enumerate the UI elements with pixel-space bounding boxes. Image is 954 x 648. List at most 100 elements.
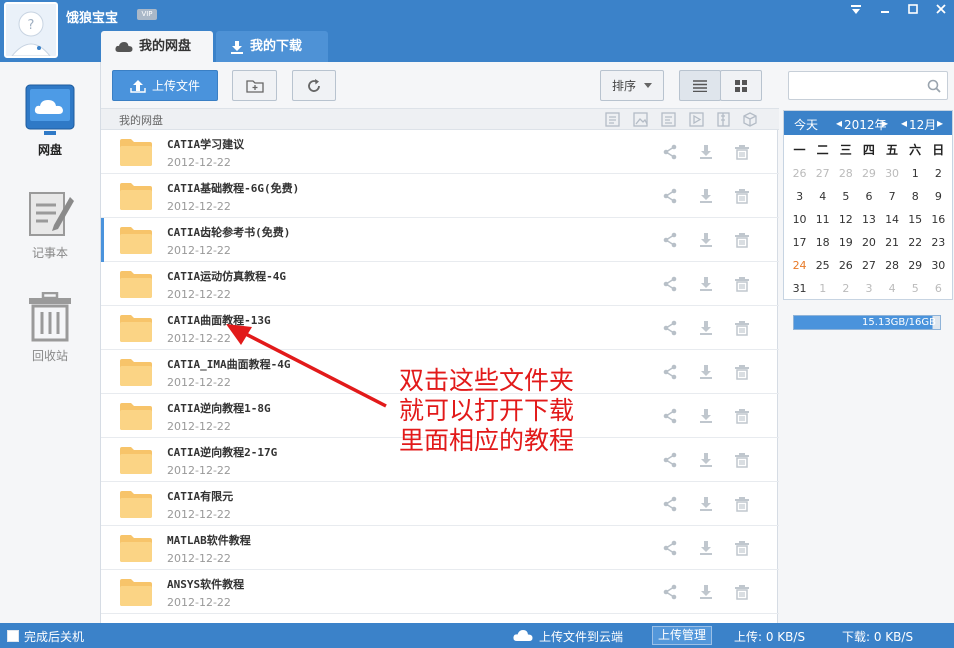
table-row[interactable]: MATLAB软件教程 2012-12-22 xyxy=(101,526,779,570)
calendar-day[interactable]: 30 xyxy=(881,162,904,185)
file-name[interactable]: MATLAB软件教程 xyxy=(167,532,251,548)
tab-my-netdisk[interactable]: 我的网盘 xyxy=(101,31,213,62)
calendar-day[interactable]: 15 xyxy=(904,208,927,231)
download-icon[interactable] xyxy=(698,364,714,380)
calendar-day[interactable]: 14 xyxy=(881,208,904,231)
table-row[interactable]: CATIA曲面教程-13G 2012-12-22 xyxy=(101,306,779,350)
calendar-day[interactable]: 26 xyxy=(834,254,857,277)
delete-icon[interactable] xyxy=(734,144,750,160)
calendar-day[interactable]: 7 xyxy=(881,185,904,208)
delete-icon[interactable] xyxy=(734,232,750,248)
calendar-day[interactable]: 8 xyxy=(904,185,927,208)
share-icon[interactable] xyxy=(662,452,678,468)
sidebar-item-recycle-bin[interactable]: 回收站 xyxy=(0,291,100,364)
download-icon[interactable] xyxy=(698,452,714,468)
calendar-day[interactable]: 27 xyxy=(811,162,834,185)
calendar-day[interactable]: 10 xyxy=(788,208,811,231)
search-icon[interactable] xyxy=(927,79,941,93)
share-icon[interactable] xyxy=(662,232,678,248)
download-icon[interactable] xyxy=(698,276,714,292)
list-view-button[interactable] xyxy=(679,70,721,101)
calendar-day[interactable]: 11 xyxy=(811,208,834,231)
new-folder-button[interactable] xyxy=(232,70,277,101)
breadcrumb-root[interactable]: 我的网盘 xyxy=(119,112,163,128)
file-name[interactable]: CATIA有限元 xyxy=(167,488,233,504)
file-name[interactable]: CATIA逆向教程1-8G xyxy=(167,400,271,416)
prev-year-icon[interactable]: ◂ xyxy=(836,116,842,130)
download-icon[interactable] xyxy=(698,320,714,336)
delete-icon[interactable] xyxy=(734,452,750,468)
calendar-day[interactable]: 17 xyxy=(788,231,811,254)
calendar-day[interactable]: 29 xyxy=(904,254,927,277)
download-icon[interactable] xyxy=(698,188,714,204)
calendar-day[interactable]: 23 xyxy=(927,231,950,254)
share-icon[interactable] xyxy=(662,584,678,600)
calendar-day[interactable]: 1 xyxy=(904,162,927,185)
calendar-day[interactable]: 29 xyxy=(857,162,880,185)
download-icon[interactable] xyxy=(698,232,714,248)
delete-icon[interactable] xyxy=(734,320,750,336)
calendar-day[interactable]: 3 xyxy=(788,185,811,208)
delete-icon[interactable] xyxy=(734,540,750,556)
shutdown-checkbox[interactable] xyxy=(7,630,19,642)
calendar-day[interactable]: 24 xyxy=(788,254,811,277)
share-icon[interactable] xyxy=(662,408,678,424)
table-row[interactable]: CATIA基础教程-6G(免费) 2012-12-22 xyxy=(101,174,779,218)
download-icon[interactable] xyxy=(698,144,714,160)
calendar-day[interactable]: 6 xyxy=(857,185,880,208)
share-icon[interactable] xyxy=(662,496,678,512)
calendar-day[interactable]: 30 xyxy=(927,254,950,277)
avatar[interactable]: ? xyxy=(4,2,58,58)
calendar-day[interactable]: 2 xyxy=(834,277,857,300)
delete-icon[interactable] xyxy=(734,188,750,204)
prev-month-icon[interactable]: ◂ xyxy=(901,116,907,130)
calendar-today-button[interactable]: 今天 xyxy=(794,116,818,133)
next-month-icon[interactable]: ▸ xyxy=(937,116,943,130)
table-row[interactable]: ANSYS软件教程 2012-12-22 xyxy=(101,570,779,614)
sort-button[interactable]: 排序 xyxy=(600,70,664,101)
download-icon[interactable] xyxy=(698,540,714,556)
share-icon[interactable] xyxy=(662,540,678,556)
calendar-day[interactable]: 2 xyxy=(927,162,950,185)
file-name[interactable]: CATIA逆向教程2-17G xyxy=(167,444,277,460)
search-input[interactable] xyxy=(788,71,948,100)
delete-icon[interactable] xyxy=(734,408,750,424)
close-icon[interactable] xyxy=(930,2,952,20)
download-icon[interactable] xyxy=(698,584,714,600)
file-name[interactable]: CATIA齿轮参考书(免费) xyxy=(167,224,290,240)
calendar-day[interactable]: 3 xyxy=(857,277,880,300)
calendar-day[interactable]: 6 xyxy=(927,277,950,300)
table-row[interactable]: CATIA齿轮参考书(免费) 2012-12-22 xyxy=(101,218,779,262)
share-icon[interactable] xyxy=(662,276,678,292)
download-icon[interactable] xyxy=(698,408,714,424)
calendar-day[interactable]: 5 xyxy=(834,185,857,208)
download-icon[interactable] xyxy=(698,496,714,512)
share-icon[interactable] xyxy=(662,364,678,380)
file-name[interactable]: ANSYS软件教程 xyxy=(167,576,244,592)
calendar-day[interactable]: 27 xyxy=(857,254,880,277)
calendar-day[interactable]: 5 xyxy=(904,277,927,300)
calendar-day[interactable]: 20 xyxy=(857,231,880,254)
calendar-day[interactable]: 28 xyxy=(834,162,857,185)
calendar-day[interactable]: 12 xyxy=(834,208,857,231)
refresh-button[interactable] xyxy=(292,70,336,101)
sidebar-item-netdisk[interactable]: 网盘 xyxy=(0,84,100,158)
upload-manager-button[interactable]: 上传管理 xyxy=(652,626,712,645)
minimize-icon[interactable] xyxy=(874,2,896,20)
calendar-day[interactable]: 4 xyxy=(881,277,904,300)
calendar-day[interactable]: 21 xyxy=(881,231,904,254)
upload-to-cloud-link[interactable]: 上传文件到云端 xyxy=(539,628,623,645)
grid-view-button[interactable] xyxy=(720,70,762,101)
table-row[interactable]: CATIA运动仿真教程-4G 2012-12-22 xyxy=(101,262,779,306)
delete-icon[interactable] xyxy=(734,276,750,292)
calendar-day[interactable]: 16 xyxy=(927,208,950,231)
next-year-icon[interactable]: ▸ xyxy=(882,116,888,130)
share-icon[interactable] xyxy=(662,188,678,204)
calendar-day[interactable]: 4 xyxy=(811,185,834,208)
file-name[interactable]: CATIA曲面教程-13G xyxy=(167,312,271,328)
file-name[interactable]: CATIA学习建议 xyxy=(167,136,244,152)
delete-icon[interactable] xyxy=(734,584,750,600)
file-name[interactable]: CATIA基础教程-6G(免费) xyxy=(167,180,299,196)
upload-file-button[interactable]: 上传文件 xyxy=(112,70,218,101)
calendar-day[interactable]: 28 xyxy=(881,254,904,277)
